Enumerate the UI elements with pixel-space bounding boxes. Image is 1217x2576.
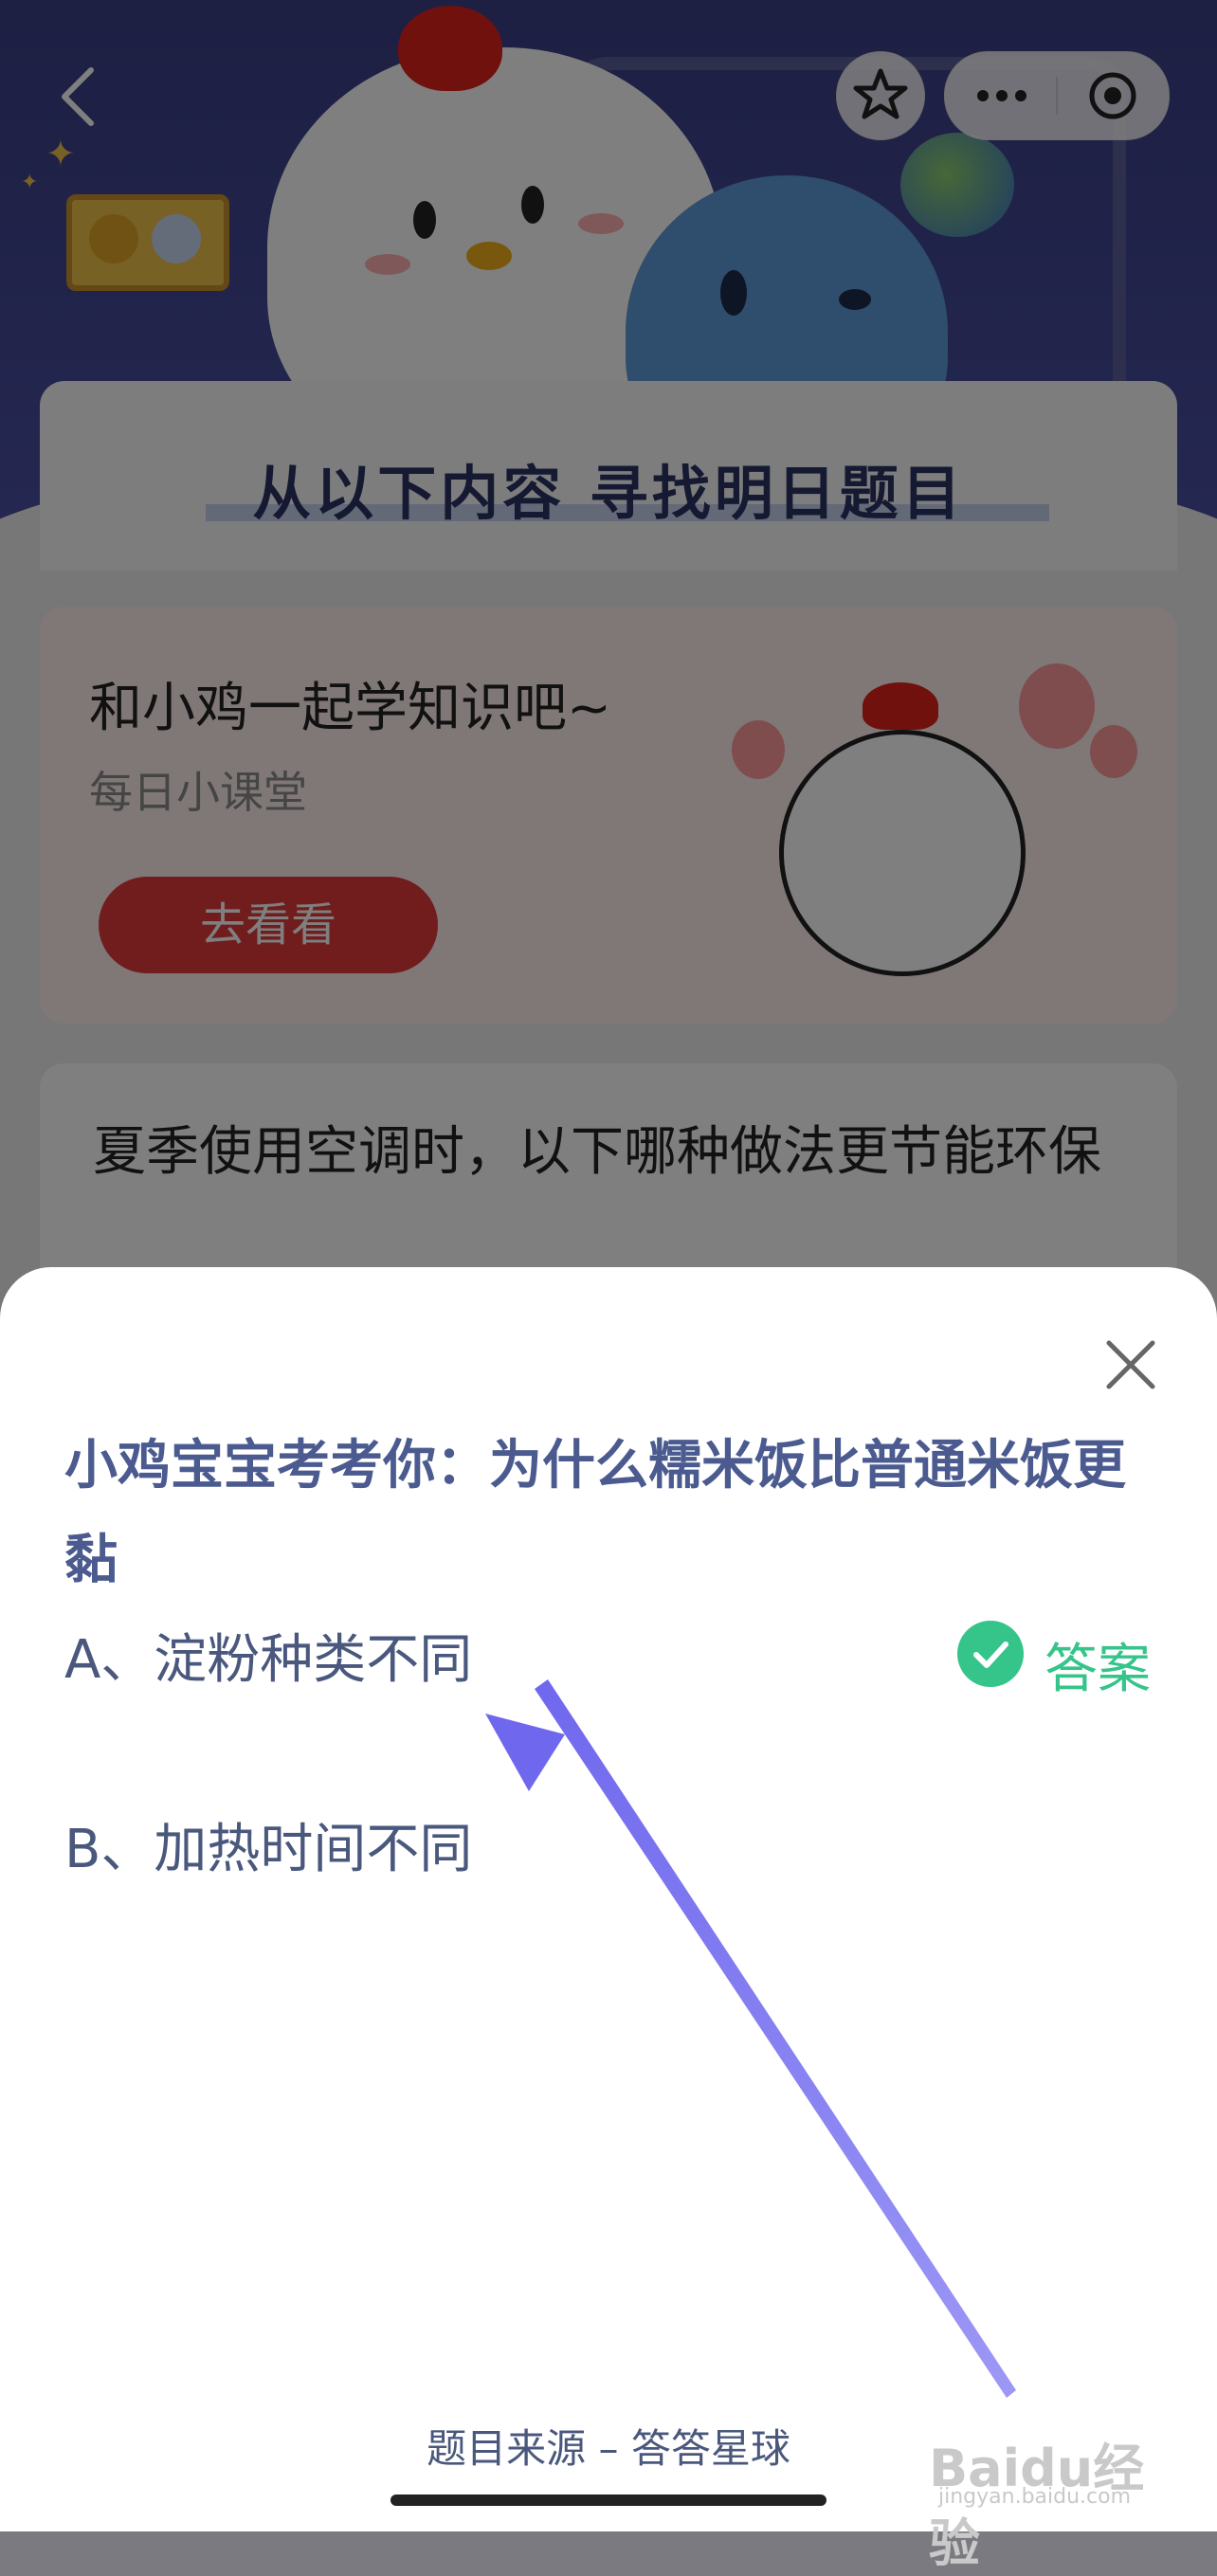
close-button[interactable] bbox=[1098, 1332, 1164, 1398]
option-a-label: A、淀粉种类不同 bbox=[64, 1629, 473, 1691]
close-icon bbox=[1106, 1340, 1155, 1389]
quiz-bottom-sheet: 小鸡宝宝考考你：为什么糯米饭比普通米饭更黏 bbox=[0, 1267, 1217, 2531]
check-circle-icon bbox=[957, 1621, 1024, 1687]
answer-label: 答案 bbox=[1044, 1639, 1151, 1700]
option-a[interactable]: A、淀粉种类不同 答案 bbox=[64, 1602, 1154, 1700]
home-indicator[interactable] bbox=[391, 2494, 826, 2506]
option-b[interactable]: B、加热时间不同 bbox=[64, 1791, 1154, 1886]
watermark-url: jingyan.baidu.com bbox=[938, 2485, 1132, 2509]
option-b-label: B、加热时间不同 bbox=[64, 1819, 473, 1880]
quiz-question-title: 小鸡宝宝考考你：为什么糯米饭比普通米饭更黏 bbox=[64, 1435, 1126, 1591]
baidu-watermark: Baidu经验 jingyan.baidu.com bbox=[929, 2426, 1175, 2573]
